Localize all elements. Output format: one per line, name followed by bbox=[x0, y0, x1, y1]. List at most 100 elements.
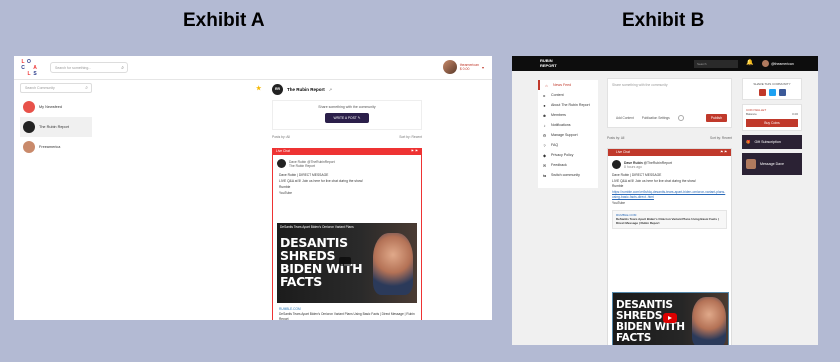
user-balance: $ 0.00 bbox=[459, 67, 470, 71]
external-link-icon[interactable]: ↗ bbox=[329, 87, 332, 92]
post-line: YouTube bbox=[279, 191, 292, 195]
compose-placeholder: Share something with the community bbox=[612, 83, 668, 87]
toggle-icon[interactable] bbox=[677, 115, 684, 121]
play-icon[interactable] bbox=[339, 257, 351, 266]
post-card: Live Chat ⚑ ⚑ Dave Rubin @TheRubinReport… bbox=[272, 148, 422, 320]
sort-filter[interactable]: Sort by: Recent bbox=[399, 135, 422, 139]
sidebar-item-freeamerica[interactable]: Freeamerica bbox=[20, 137, 92, 157]
nav-feedback[interactable]: ✉ Feedback bbox=[538, 160, 598, 170]
shield-icon: ◆ bbox=[542, 152, 547, 158]
members-icon: ☻ bbox=[542, 112, 547, 118]
feed-filters: Posts by: All Sort by: Recent bbox=[607, 136, 732, 140]
sidebar-item-label: The Rubin Report bbox=[39, 125, 69, 129]
post-header: Dave Rubin @TheRubinReport 8 hours ago bbox=[608, 156, 731, 173]
post-link[interactable]: https://rumble.com/vn9ufdq-desantis-tear… bbox=[612, 190, 727, 201]
buy-coins-button[interactable]: Buy Coins bbox=[746, 119, 798, 127]
video-thumbnail[interactable]: DESANTIS SHREDS BIDEN WITH FACTS bbox=[612, 292, 729, 345]
chevron-down-icon: ▾ bbox=[481, 64, 484, 70]
search-input[interactable]: Search bbox=[694, 60, 738, 68]
post-body: Dave Rubin | DIRECT MESSAGE LIVE Q&A at … bbox=[608, 173, 731, 207]
nav-switch-community[interactable]: ⇆ Switch community bbox=[538, 170, 598, 180]
share-community-box: SHARE THIS COMMUNITY bbox=[742, 78, 802, 100]
post-live-chat-bar: Live Chat ⚑ ⚑ bbox=[608, 149, 731, 156]
community-title: ★ RR The Rubin Report ↗ bbox=[256, 82, 422, 96]
sidebar-item-rubin-report[interactable]: The Rubin Report bbox=[20, 117, 92, 137]
speaker-photo bbox=[373, 233, 413, 295]
community-search-input[interactable]: Search Community ⌕ bbox=[20, 83, 92, 93]
user-menu[interactable]: theamerican $ 0.00 ▾ bbox=[442, 60, 484, 74]
support-icon: ⚙ bbox=[542, 132, 547, 138]
message-dave-button[interactable]: Message Dave bbox=[742, 153, 802, 175]
post-header: Dave Rubin @TheRubinReport The Rubin Rep… bbox=[273, 155, 421, 172]
write-post-button[interactable]: WRITE A POST ✎ bbox=[324, 113, 370, 123]
nav-content[interactable]: ▸ Content bbox=[538, 90, 598, 100]
user-name: @theamerican bbox=[771, 61, 794, 66]
compose-options: Add Content Publication Settings bbox=[616, 115, 684, 121]
nav-label: Privacy Policy bbox=[551, 153, 574, 157]
search-input[interactable]: Search for something... ⌕ bbox=[50, 62, 128, 73]
share-label: SHARE THIS COMMUNITY bbox=[753, 82, 791, 86]
nav-news-feed[interactable]: ⌂ News Feed bbox=[538, 80, 598, 90]
bell-icon: ♪ bbox=[543, 122, 546, 128]
link-preview[interactable]: RUMBLE.COM DeSantis Tears Apart Biden's … bbox=[279, 307, 417, 320]
community-search-placeholder: Search Community bbox=[25, 86, 55, 90]
nav-manage-support[interactable]: ⚙ Manage Support bbox=[538, 130, 598, 140]
locals-share-icon[interactable] bbox=[758, 89, 766, 96]
post-card: Live Chat ⚑ ⚑ Dave Rubin @TheRubinReport … bbox=[607, 148, 732, 345]
nav-label: News Feed bbox=[553, 83, 572, 87]
sidebar-item-newsfeed[interactable]: My Newsfeed bbox=[20, 97, 92, 117]
twitter-icon[interactable] bbox=[768, 89, 776, 96]
link-preview[interactable]: RUMBLE.COM DeSantis Tears Apart Biden's … bbox=[612, 209, 727, 229]
message-dave-label: Message Dave bbox=[760, 162, 784, 166]
posts-by-filter[interactable]: Posts by: All bbox=[272, 135, 290, 139]
balance-row: Balance 0.00 bbox=[746, 112, 798, 116]
sidebar-item-label: Freeamerica bbox=[39, 145, 61, 149]
facebook-icon[interactable] bbox=[778, 89, 786, 96]
community-logo: RR bbox=[272, 83, 283, 95]
publish-button[interactable]: Publish bbox=[705, 114, 727, 122]
avatar bbox=[746, 159, 756, 169]
nav-privacy[interactable]: ◆ Privacy Policy bbox=[538, 150, 598, 160]
social-share-buttons bbox=[746, 89, 798, 96]
search-icon: ⌕ bbox=[85, 85, 88, 91]
link-title: DeSantis Tears Apart Biden's Omicron Var… bbox=[279, 312, 415, 320]
nav-members[interactable]: ☻ Members bbox=[538, 110, 598, 120]
coin-wallet-box: COIN WALLET Balance 0.00 Buy Coins bbox=[742, 104, 802, 131]
link-title: DeSantis Tears Apart Biden's Omicron Var… bbox=[616, 216, 719, 226]
publication-settings-option[interactable]: Publication Settings bbox=[642, 116, 670, 120]
community-sidebar: Search Community ⌕ My Newsfeed The Rubin… bbox=[20, 83, 92, 157]
star-icon[interactable]: ★ bbox=[256, 85, 261, 92]
exhibit-a-screenshot: L O C A L S Search for something... ⌕ th… bbox=[14, 56, 492, 320]
live-chat-label: Live Chat bbox=[616, 150, 630, 154]
search-icon: ⌕ bbox=[121, 65, 124, 71]
nav-label: Switch community bbox=[551, 173, 580, 177]
header: RUBIN REPORT Search 🔔 @theamerican bbox=[512, 56, 818, 71]
question-icon: ? bbox=[543, 142, 546, 148]
sort-filter[interactable]: Sort by: Recent bbox=[710, 136, 732, 140]
nav-notifications[interactable]: ♪ Notifications bbox=[538, 120, 598, 130]
info-icon: ● bbox=[543, 102, 546, 108]
posts-by-filter[interactable]: Posts by: All bbox=[607, 136, 624, 140]
play-icon: ▸ bbox=[543, 92, 546, 98]
headline-line: FACTS bbox=[280, 274, 322, 289]
gift-subscription-button[interactable]: 🎁 Gift Subscription bbox=[742, 135, 802, 149]
user-menu[interactable]: @theamerican bbox=[762, 60, 794, 67]
newsfeed-icon bbox=[23, 101, 35, 113]
nav-about[interactable]: ● About The Rubin Report bbox=[538, 100, 598, 110]
logo-letter: S bbox=[33, 71, 37, 77]
youtube-play-icon[interactable] bbox=[663, 313, 677, 323]
nav-label: FAQ bbox=[551, 143, 559, 147]
compose-box[interactable]: Share something with the community Add C… bbox=[607, 78, 732, 128]
bell-icon[interactable]: 🔔 bbox=[746, 59, 753, 66]
nav-label: Manage Support bbox=[551, 133, 578, 137]
rubin-report-logo[interactable]: RUBIN REPORT bbox=[540, 58, 557, 68]
nav-faq[interactable]: ? FAQ bbox=[538, 140, 598, 150]
gift-subscription-label: Gift Subscription bbox=[754, 140, 781, 144]
feedback-icon: ✉ bbox=[542, 162, 547, 168]
nav-label: About The Rubin Report bbox=[551, 103, 590, 107]
locals-logo[interactable]: L O C A L S bbox=[20, 59, 38, 77]
add-content-option[interactable]: Add Content bbox=[616, 116, 634, 120]
post-time: 8 hours ago bbox=[624, 164, 642, 169]
video-thumbnail[interactable]: DeSantis Tears Apart Biden's Omicron Var… bbox=[277, 223, 417, 303]
feed-filters: Posts by: All Sort by: Recent bbox=[272, 135, 422, 139]
